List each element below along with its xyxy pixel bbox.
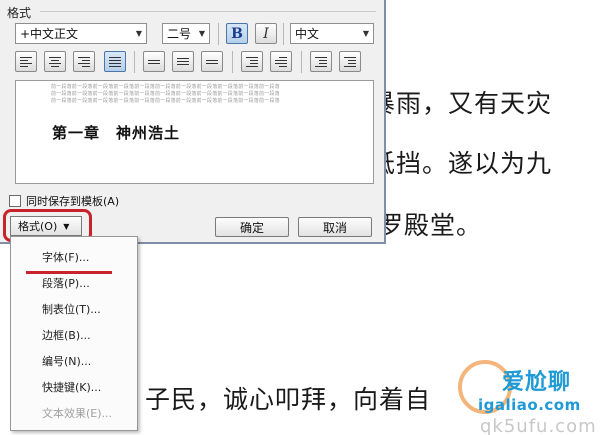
language-value: 中文 <box>295 27 320 41</box>
cancel-button[interactable]: 取消 <box>298 217 372 237</box>
italic-icon: I <box>263 25 269 42</box>
decrease-indent-button[interactable] <box>310 51 332 72</box>
align-left-button[interactable] <box>15 51 37 72</box>
annotation-underline <box>26 271 112 274</box>
save-to-template-option[interactable]: 同时保存到模板(A) <box>9 193 119 209</box>
align-center-icon <box>49 56 61 67</box>
double-spacing-button[interactable] <box>201 51 223 72</box>
watermark: 爱尬聊 igaliao.com qk5ufu.com <box>458 348 605 435</box>
bold-icon: B <box>231 25 243 42</box>
font-name-value: +中文正文 <box>20 27 79 41</box>
increase-spacing-button[interactable] <box>241 51 263 72</box>
format-menu: 字体(F)... 段落(P)... 制表位(T)... 边框(B)... 编号(… <box>10 236 138 431</box>
menu-item-font[interactable]: 字体(F)... <box>42 249 89 265</box>
toolbar-separator <box>283 23 284 45</box>
watermark-title: 爱尬聊 <box>502 370 572 395</box>
watermark-url: igaliao.com <box>478 396 581 414</box>
format-group-title: 格式 <box>7 6 32 20</box>
justify-icon <box>109 56 121 67</box>
one-half-spacing-button[interactable] <box>172 51 194 72</box>
align-left-icon <box>20 56 32 67</box>
bold-button[interactable]: B <box>226 23 248 44</box>
modify-style-dialog: 格式 +中文正文 ▼ 二号 ▼ B I 中文 ▼ 前一段落前一段落前一段落前一段… <box>0 0 386 244</box>
chevron-down-icon: ▼ <box>198 29 206 38</box>
italic-button[interactable]: I <box>255 23 277 44</box>
save-to-template-label: 同时保存到模板(A) <box>26 195 120 208</box>
decrease-indent-icon <box>315 56 327 67</box>
menu-item-paragraph[interactable]: 段落(P)... <box>42 275 90 291</box>
language-select[interactable]: 中文 ▼ <box>290 23 374 44</box>
menu-item-numbering[interactable]: 编号(N)... <box>42 353 91 369</box>
decrease-spacing-icon <box>275 56 287 67</box>
toolbar-separator <box>232 51 233 73</box>
menu-item-text-effects: 文本效果(E)... <box>42 407 113 420</box>
one-half-spacing-icon <box>177 58 189 65</box>
increase-indent-icon <box>344 56 356 67</box>
group-divider <box>40 11 376 12</box>
watermark-ghost-text: qk5ufu.com <box>480 416 597 435</box>
preview-sample-line: 前一段落前一段落前一段落前一段落前一段落前一段落前一段落前一段落前一段落前一段落… <box>51 98 280 104</box>
menu-item-border[interactable]: 边框(B)... <box>42 327 91 343</box>
document-line-3: 罗殿堂。 <box>378 211 483 240</box>
font-name-select[interactable]: +中文正文 ▼ <box>15 23 147 44</box>
single-spacing-button[interactable] <box>143 51 165 72</box>
document-line-4: 子民，诚心叩拜，向着自 <box>145 385 432 414</box>
menu-item-tabs[interactable]: 制表位(T)... <box>42 301 101 317</box>
toolbar-separator <box>218 23 219 45</box>
increase-spacing-icon <box>246 56 258 67</box>
chevron-down-icon: ▼ <box>135 29 143 38</box>
increase-indent-button[interactable] <box>339 51 361 72</box>
align-right-button[interactable] <box>73 51 95 72</box>
ok-button[interactable]: 确定 <box>215 217 289 237</box>
menu-item-shortcut-key[interactable]: 快捷键(K)... <box>42 379 101 395</box>
document-line-2: 抵挡。遂以为九 <box>370 149 553 178</box>
preview-sample-line: 前一段落前一段落前一段落前一段落前一段落前一段落前一段落前一段落前一段落前一段落… <box>51 91 280 97</box>
justify-button[interactable] <box>104 51 126 72</box>
preview-sample-line: 前一段落前一段落前一段落前一段落前一段落前一段落前一段落前一段落前一段落前一段落… <box>51 84 280 90</box>
double-spacing-icon <box>206 59 218 64</box>
font-size-value: 二号 <box>167 27 192 41</box>
save-to-template-checkbox[interactable] <box>9 195 21 207</box>
document-line-1: 暴雨，又有天灾 <box>370 89 553 118</box>
toolbar-separator <box>134 51 135 73</box>
toolbar-separator <box>301 51 302 73</box>
align-center-button[interactable] <box>44 51 66 72</box>
font-size-select[interactable]: 二号 ▼ <box>162 23 210 44</box>
align-right-icon <box>78 56 90 67</box>
chevron-down-icon: ▼ <box>362 29 370 38</box>
single-spacing-icon <box>148 59 160 64</box>
style-preview: 前一段落前一段落前一段落前一段落前一段落前一段落前一段落前一段落前一段落前一段落… <box>15 80 374 184</box>
preview-heading: 第一章 神州浩土 <box>52 124 181 142</box>
decrease-spacing-button[interactable] <box>270 51 292 72</box>
